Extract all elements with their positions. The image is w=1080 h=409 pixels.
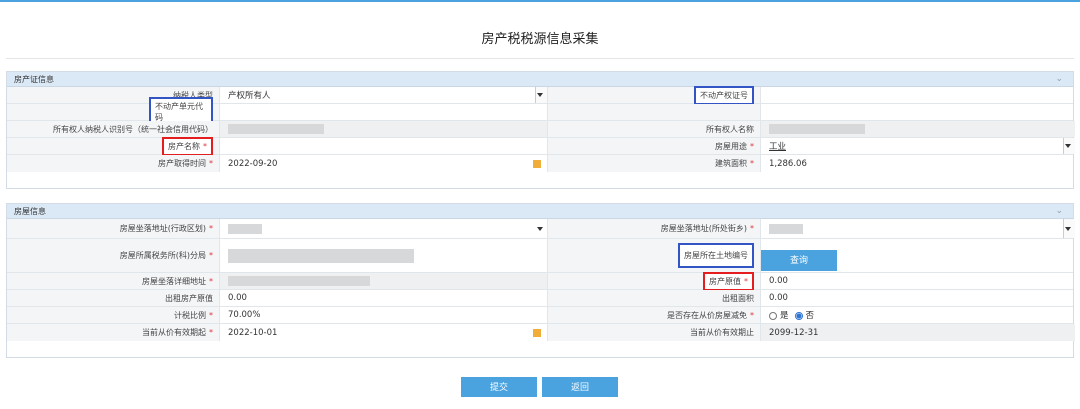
addr-detail-field[interactable] <box>220 273 548 289</box>
acquire-date-field[interactable]: 2022-09-20 <box>220 155 548 172</box>
calendar-icon[interactable] <box>533 159 541 168</box>
caret-down-icon <box>1065 226 1071 231</box>
addr-street-select[interactable] <box>761 219 1075 238</box>
form-row: 当前从价有效期起 * 2022-10-01 当前从价有效期止 2099-12-31 <box>7 324 1075 341</box>
property-unit-code-label: 不动产单元代码 <box>7 97 220 127</box>
form-row: 房产名称 * 房屋用途 * 工业 <box>7 136 1075 156</box>
owner-taxid-label: 所有权人纳税人识别号（统一社会信用代码） <box>7 121 220 137</box>
caret-down-icon <box>537 226 543 231</box>
reduction-label: 是否存在从价房屋减免 * <box>548 307 761 323</box>
property-unit-code-field[interactable] <box>220 104 548 120</box>
form-row: 计税比例 * 70.00% 是否存在从价房屋减免 * 是 否 <box>7 307 1073 324</box>
reduction-no-radio[interactable]: 否 <box>794 309 814 321</box>
house-use-label: 房屋用途 * <box>548 138 761 154</box>
title-divider <box>6 58 1074 59</box>
building-area-label: 建筑面积 * <box>548 155 761 172</box>
tax-ratio-field[interactable]: 70.00% <box>220 307 548 323</box>
house-use-select[interactable]: 工业 <box>761 138 1075 154</box>
house-section-header[interactable]: 房屋信息 ⌄ <box>7 204 1073 219</box>
addr-street-label: 房屋坐落地址(所处街乡) * <box>548 219 761 238</box>
redacted-value <box>228 124 324 134</box>
chevron-down-icon[interactable]: ⌄ <box>1055 74 1063 84</box>
submit-button[interactable]: 提交 <box>461 377 537 397</box>
original-value-label: 房产原值 * <box>548 271 761 291</box>
top-accent-line <box>0 0 1080 2</box>
calendar-icon[interactable] <box>533 328 541 337</box>
redacted-value <box>769 124 865 134</box>
original-value-field[interactable]: 0.00 <box>761 273 1075 289</box>
caret-down-icon <box>537 93 543 97</box>
valid-to-field: 2099-12-31 <box>761 324 1075 341</box>
addr-district-label: 房屋坐落地址(行政区划) * <box>7 219 220 238</box>
form-row: 房屋坐落地址(行政区划) * 房屋坐落地址(所处街乡) * <box>7 219 1075 239</box>
cert-section-title: 房产证信息 <box>14 75 54 84</box>
house-section-title: 房屋信息 <box>14 207 46 216</box>
acquire-date-label: 房产取得时间 * <box>7 155 220 172</box>
property-name-label: 房产名称 * <box>7 136 220 156</box>
tax-office-label: 房屋所属税务所(科)分局 * <box>7 239 220 272</box>
taxpayer-type-select[interactable]: 产权所有人 <box>220 87 548 103</box>
building-area-field[interactable]: 1,286.06 <box>761 155 1075 172</box>
addr-district-select[interactable] <box>220 219 548 238</box>
redacted-value <box>228 276 370 286</box>
valid-from-label: 当前从价有效期起 * <box>7 324 220 341</box>
redacted-value <box>228 223 262 234</box>
redacted-value <box>228 248 414 263</box>
house-info-section: 房屋信息 ⌄ 房屋坐落地址(行政区划) * 房屋坐落地址(所处街乡) * 房屋所属税… <box>6 203 1075 358</box>
addr-detail-label: 房屋坐落详细地址 * <box>7 273 220 289</box>
owner-taxid-field <box>220 121 548 137</box>
form-row: 房产取得时间 * 2022-09-20 建筑面积 * 1,286.06 <box>7 155 1073 172</box>
form-row: 房屋所属税务所(科)分局 * 房屋所在土地编号 查询 <box>7 239 1073 273</box>
property-name-field[interactable] <box>220 138 548 154</box>
cert-info-section: 房产证信息 ⌄ 纳税人类型 产权所有人 不动产权证号 不动产单元代码 所有权人纳… <box>6 71 1075 189</box>
back-button[interactable]: 返回 <box>542 377 618 397</box>
rent-area-label: 出租面积 <box>548 290 761 306</box>
land-no-field[interactable]: 查询 <box>761 239 1075 272</box>
form-row: 不动产单元代码 <box>7 97 1073 127</box>
property-cert-no-field[interactable] <box>761 87 1075 103</box>
form-row: 所有权人纳税人识别号（统一社会信用代码） 所有权人名称 <box>7 121 1075 138</box>
reduction-radio-group: 是 否 <box>761 307 1075 323</box>
form-row: 出租房产原值 0.00 出租面积 0.00 <box>7 290 1073 307</box>
owner-name-label: 所有权人名称 <box>548 121 761 137</box>
caret-down-icon <box>1065 144 1071 148</box>
page-title: 房产税税源信息采集 <box>481 32 599 47</box>
rent-area-field[interactable]: 0.00 <box>761 290 1075 306</box>
form-row: 房屋坐落详细地址 * 房产原值 * 0.00 <box>7 271 1075 291</box>
cert-section-header[interactable]: 房产证信息 ⌄ <box>7 72 1073 87</box>
tax-office-field[interactable] <box>220 239 548 272</box>
redacted-value <box>769 223 803 234</box>
valid-to-label: 当前从价有效期止 <box>548 324 761 341</box>
reduction-yes-radio[interactable]: 是 <box>769 309 789 321</box>
rent-original-field[interactable]: 0.00 <box>220 290 548 306</box>
land-no-label: 房屋所在土地编号 <box>548 239 761 272</box>
query-button[interactable]: 查询 <box>761 250 837 271</box>
valid-from-field[interactable]: 2022-10-01 <box>220 324 548 341</box>
rent-original-label: 出租房产原值 <box>7 290 220 306</box>
property-cert-no-label: 不动产权证号 <box>548 85 761 105</box>
owner-name-field <box>761 121 1075 137</box>
chevron-down-icon[interactable]: ⌄ <box>1055 206 1063 216</box>
tax-ratio-label: 计税比例 * <box>7 307 220 323</box>
